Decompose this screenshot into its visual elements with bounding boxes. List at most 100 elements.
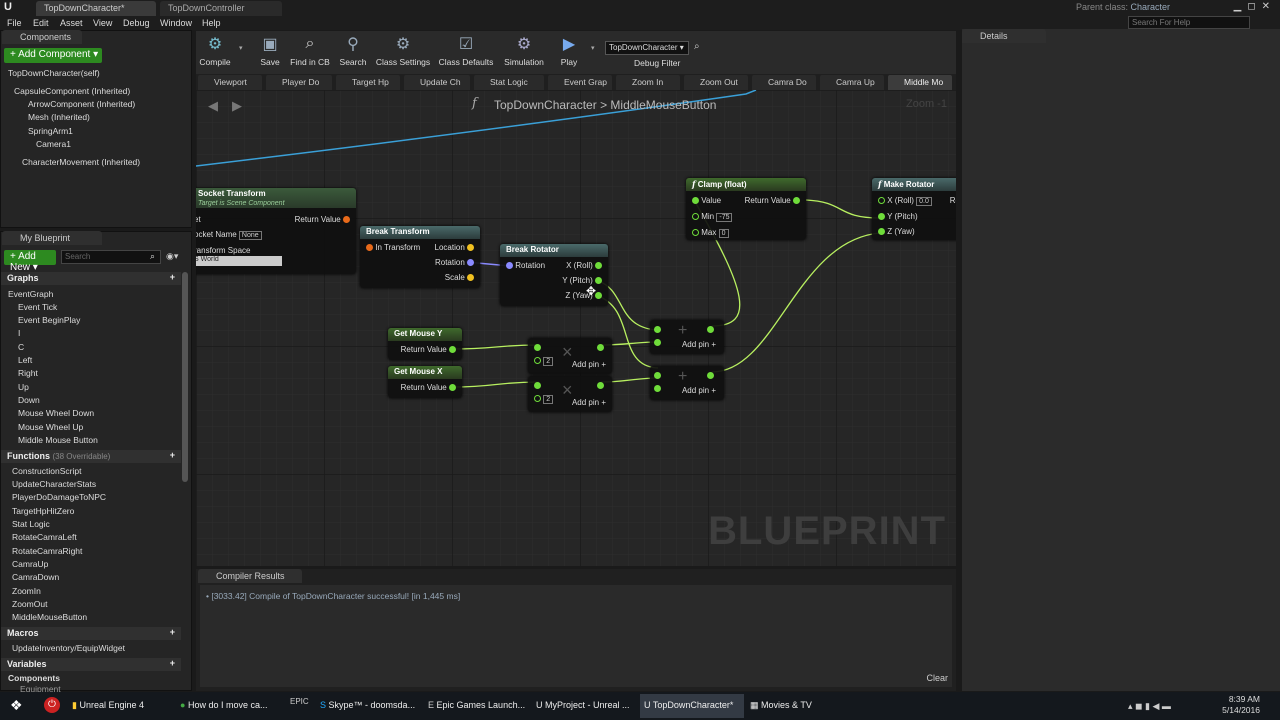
node-clamp-float[interactable]: f Clamp (float) Value Return Value Min -… [686, 178, 806, 240]
tab-camra-up[interactable]: Camra Up [820, 75, 884, 90]
eye-icon[interactable]: ◉▾ [166, 251, 178, 262]
add-variable-icon[interactable]: + [170, 658, 175, 668]
epic-icon[interactable]: EPIC [290, 697, 309, 706]
min-field[interactable]: -75 [716, 213, 733, 222]
tab-zoom-in[interactable]: Zoom In [616, 75, 680, 90]
function-item[interactable]: CamraUp [12, 559, 48, 569]
multiplier-field[interactable]: 2 [543, 357, 554, 366]
tab-stat-logic[interactable]: Stat Logic [474, 75, 544, 90]
function-item[interactable]: TargetHpHitZero [12, 506, 74, 516]
graph-item[interactable]: Down [18, 395, 40, 405]
menu-view[interactable]: View [93, 18, 112, 28]
power-app-icon[interactable]: ⏻ [44, 697, 60, 713]
function-item[interactable]: Stat Logic [12, 519, 50, 529]
add-pin-button[interactable]: Add pin + [572, 360, 606, 369]
function-item[interactable]: ZoomIn [12, 586, 41, 596]
compiler-results-tab[interactable]: Compiler Results [198, 569, 302, 583]
return-value-pin[interactable]: Return Value [295, 215, 350, 224]
task-chrome[interactable]: ● How do I move ca... [180, 694, 280, 718]
add-pin-button[interactable]: Add pin + [572, 398, 606, 407]
window-controls[interactable]: ▁◻✕ [1234, 1, 1276, 12]
node-make-rotator[interactable]: f Make Rotator X (Roll) 0.0 Re Y (Pitch)… [872, 178, 956, 240]
add-function-icon[interactable]: + [170, 450, 175, 460]
component-springarm[interactable]: SpringArm1 [28, 126, 73, 136]
multiplier-field[interactable]: 2 [543, 395, 554, 404]
component-mesh[interactable]: Mesh (Inherited) [28, 112, 90, 122]
graph-item[interactable]: C [18, 342, 24, 352]
start-icon[interactable]: ❖ [10, 697, 23, 714]
compile-button[interactable]: ⚙ Compile [199, 33, 231, 67]
breadcrumb-root[interactable]: TopDownCharacter [494, 98, 597, 112]
play-options-icon[interactable]: ▾ [591, 44, 595, 52]
task-movies-tv[interactable]: ▦ Movies & TV [750, 694, 830, 718]
roll-field[interactable]: 0.0 [916, 197, 932, 206]
task-myproject[interactable]: U MyProject - Unreal ... [536, 694, 636, 718]
task-topdowncharacter[interactable]: U TopDownCharacter* [640, 694, 744, 718]
details-tab[interactable]: Details [962, 29, 1046, 43]
clock[interactable]: 8:39 AM 5/14/2016 [1222, 694, 1260, 716]
variables-section[interactable]: Variables + [1, 658, 181, 671]
class-settings-button[interactable]: ⚙ Class Settings [375, 33, 431, 67]
graph-item[interactable]: Middle Mouse Button [18, 435, 98, 445]
node-multiply-x[interactable]: × 2 Add pin + [528, 376, 612, 412]
tab-viewport[interactable]: Viewport [198, 75, 262, 90]
debug-search-icon[interactable]: ⌕ [694, 41, 700, 52]
function-item[interactable]: RotateCamraLeft [12, 532, 77, 542]
tab-update-ch[interactable]: Update Ch [404, 75, 470, 90]
component-capsule[interactable]: CapsuleComponent (Inherited) [14, 86, 130, 96]
add-pin-button[interactable]: Add pin + [682, 340, 716, 349]
add-component-button[interactable]: + Add Component ▾ [4, 48, 102, 63]
parent-class-link[interactable]: Character [1130, 2, 1170, 12]
transform-space-select[interactable]: S World [196, 256, 282, 266]
my-blueprint-tab[interactable]: My Blueprint [2, 231, 102, 245]
functions-section[interactable]: Functions (38 Overridable) + [1, 450, 181, 463]
function-item[interactable]: RotateCamraRight [12, 546, 82, 556]
node-get-mouse-x[interactable]: Get Mouse X Return Value [388, 366, 462, 398]
function-item[interactable]: ZoomOut [12, 599, 47, 609]
tab-camra-do[interactable]: Camra Do [752, 75, 816, 90]
tab-player-do[interactable]: Player Do [266, 75, 332, 90]
menu-debug[interactable]: Debug [123, 18, 150, 28]
task-unreal-engine[interactable]: ▮ Unreal Engine 4 [72, 694, 172, 718]
tab-target-hp[interactable]: Target Hp [336, 75, 400, 90]
macro-item[interactable]: UpdateInventory/EquipWidget [12, 643, 125, 653]
menu-edit[interactable]: Edit [33, 18, 49, 28]
back-arrow-icon[interactable]: ◀ [208, 98, 218, 114]
component-movement[interactable]: CharacterMovement (Inherited) [22, 157, 140, 167]
blueprint-search-input[interactable]: Search [61, 250, 161, 264]
node-add-pitch[interactable]: + Add pin + [650, 320, 724, 354]
node-break-transform[interactable]: Break Transform In Transform Location Ro… [360, 226, 480, 288]
tab-zoom-out[interactable]: Zoom Out [684, 75, 748, 90]
graph-item[interactable]: EventGraph [8, 289, 53, 299]
menu-window[interactable]: Window [160, 18, 192, 28]
tab-event-graph[interactable]: Event Grap [548, 75, 612, 90]
debug-filter-select[interactable]: TopDownCharacter ▾ [605, 41, 689, 55]
graph-item[interactable]: Event Tick [18, 302, 57, 312]
tab-middle-mouse[interactable]: Middle Mo [888, 75, 952, 90]
components-tab[interactable]: Components [2, 30, 82, 44]
graph-item[interactable]: Left [18, 355, 32, 365]
add-new-button[interactable]: + Add New ▾ [4, 250, 56, 273]
clear-button[interactable]: Clear [926, 673, 948, 683]
task-epic-launcher[interactable]: E Epic Games Launch... [428, 694, 528, 718]
components-category[interactable]: Components [8, 673, 60, 683]
component-self[interactable]: TopDownCharacter(self) [8, 68, 100, 78]
node-multiply-y[interactable]: × 2 Add pin + [528, 338, 612, 374]
simulation-button[interactable]: ⚙ Simulation [502, 33, 546, 67]
socket-name-field[interactable]: None [238, 231, 262, 240]
play-button[interactable]: ▶ Play [555, 33, 583, 67]
graphs-section[interactable]: Graphs + [1, 272, 181, 285]
compile-options-icon[interactable]: ▾ [239, 44, 243, 52]
function-item[interactable]: MiddleMouseButton [12, 612, 87, 622]
menu-asset[interactable]: Asset [60, 18, 83, 28]
tray-icons[interactable]: ▴ ◼ ▮ ◀ ▬ [1128, 701, 1171, 712]
node-get-mouse-y[interactable]: Get Mouse Y Return Value [388, 328, 462, 360]
blueprint-graph[interactable]: ◀ ▶ f TopDownCharacter > MiddleMouseButt… [196, 90, 956, 566]
search-button[interactable]: ⚲ Search [337, 33, 369, 67]
add-pin-button[interactable]: Add pin + [682, 386, 716, 395]
task-skype[interactable]: S Skype™ - doomsda... [320, 694, 420, 718]
save-button[interactable]: ▣ Save [255, 33, 285, 67]
class-defaults-button[interactable]: ☑ Class Defaults [437, 33, 495, 67]
add-macro-icon[interactable]: + [170, 627, 175, 637]
tab-topdowncontroller[interactable]: TopDownController [160, 1, 282, 16]
